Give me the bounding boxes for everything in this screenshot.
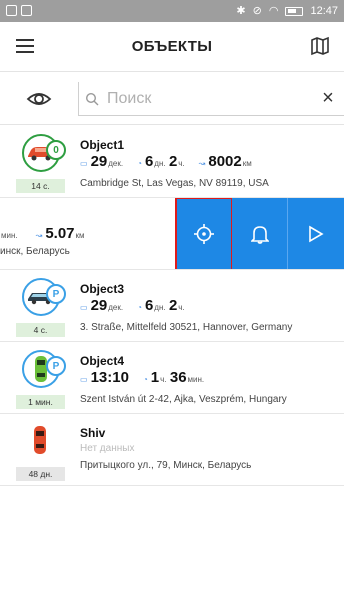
duration-stat: ◔ 6 дн. 2 ч. — [137, 297, 185, 314]
notification-icon — [6, 5, 17, 16]
bell-icon — [250, 226, 269, 244]
status-time: 12:47 — [310, 5, 338, 17]
notifications-button[interactable] — [232, 198, 288, 269]
calendar-icon: ▭ — [80, 159, 88, 168]
page-title: ОБЪЕКТЫ — [131, 38, 213, 55]
duration-stat: ◔ 6 дн. 2 ч. — [137, 153, 185, 170]
object-address: Szent István út 2-42, Ajka, Veszprém, Hu… — [80, 394, 287, 405]
object-avatar — [16, 422, 68, 460]
object-row[interactable]: P 1 мин. Object4 ▭ 13:10 ◔ 1 ч. 36 мин. Sz… — [0, 342, 344, 414]
object-address: Притыцкого ул., 79, Минск, Беларусь — [80, 460, 252, 471]
last-update-label: 48 дн. — [16, 467, 65, 481]
route-icon: ↝ — [35, 231, 43, 240]
do-not-disturb-icon: ⊘ — [252, 5, 262, 17]
search-input[interactable] — [107, 86, 307, 112]
search-row: × — [0, 73, 344, 125]
object-stats: ▭ 29 дек. ◔ 6 дн. 2 ч. ↝ 8002 км — [80, 153, 266, 170]
swipe-actions — [175, 198, 344, 269]
object-row[interactable]: P 4 с. Object3 ▭ 29 дек. ◔ 6 дн. 2 ч. 3. St… — [0, 270, 344, 342]
object-row[interactable]: 48 дн. Shiv Нет данных Притыцкого ул., 7… — [0, 414, 344, 486]
distance-stat: ↝ 8002 км — [198, 153, 252, 170]
object-stats: мин. ↝ 5.07 км — [0, 225, 99, 242]
object-address: Cambridge St, Las Vegas, NV 89119, USA — [80, 178, 269, 189]
object-name: Object4 — [80, 354, 125, 368]
clock-icon: ◔ — [142, 375, 148, 384]
search-icon — [85, 92, 99, 106]
time-stat: ▭ 13:10 — [80, 369, 129, 386]
last-update-label: 1 мин. — [16, 395, 65, 409]
calendar-icon: ▭ — [80, 303, 88, 312]
last-update-label: 4 с. — [16, 323, 65, 337]
date-stat: ▭ 29 дек. — [80, 297, 124, 314]
locate-button[interactable] — [175, 198, 233, 269]
search-box: × — [78, 82, 344, 116]
clock-icon: ◔ — [137, 159, 142, 168]
distance-stat: ↝ 5.07 км — [35, 225, 85, 242]
last-update-label: 14 с. — [16, 179, 65, 193]
object-name: Object1 — [80, 138, 125, 152]
object-row[interactable]: 0 14 с. Object1 ▭ 29 дек. ◔ 6 дн. 2 ч. ↝ 80… — [0, 126, 344, 198]
crosshair-locate-icon — [193, 224, 214, 244]
route-icon: ↝ — [198, 159, 206, 168]
clock-icon: ◔ — [137, 303, 142, 312]
object-address: инск, Беларусь — [0, 246, 70, 257]
object-avatar: P — [16, 278, 68, 316]
date-stat: ▭ 29 дек. — [80, 153, 124, 170]
clear-search-icon[interactable]: × — [318, 88, 338, 108]
object-name: Shiv — [80, 426, 106, 440]
object-row-swiped[interactable]: мин. ↝ 5.07 км инск, Беларусь — [0, 198, 344, 270]
play-track-button[interactable] — [288, 198, 344, 269]
duration-stat: ◔ 1 ч. 36 мин. — [142, 369, 205, 386]
object-avatar: 0 — [16, 134, 68, 172]
object-stats: ▭ 13:10 ◔ 1 ч. 36 мин. — [80, 369, 218, 386]
object-avatar: P — [16, 350, 68, 388]
speed-badge: 0 — [46, 140, 66, 160]
parked-badge: P — [46, 284, 66, 304]
play-icon — [309, 225, 324, 243]
object-name: Object3 — [80, 282, 125, 296]
map-icon[interactable] — [310, 36, 330, 56]
battery-icon — [285, 6, 304, 16]
eye-icon[interactable] — [26, 87, 52, 111]
object-address: 3. Straße, Mittelfeld 30521, Hannover, G… — [80, 322, 293, 333]
bluetooth-icon: ✱ — [236, 5, 246, 17]
red-car-icon — [31, 424, 49, 461]
calendar-icon: ▭ — [80, 375, 88, 384]
parked-badge: P — [46, 356, 66, 376]
object-stats: ▭ 29 дек. ◔ 6 дн. 2 ч. — [80, 297, 199, 314]
no-data-label: Нет данных — [80, 443, 135, 454]
app-header: ОБЪЕКТЫ — [0, 22, 344, 72]
status-bar: ✱ ⊘ ◠ 12:47 — [0, 0, 344, 22]
duration-stat: мин. — [1, 231, 18, 240]
wifi-icon: ◠ — [268, 5, 279, 17]
image-notification-icon — [21, 5, 32, 16]
